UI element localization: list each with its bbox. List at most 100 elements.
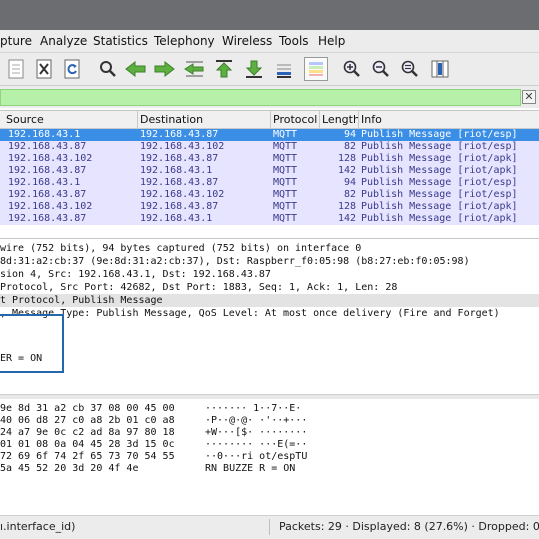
packet-row[interactable]: 192.168.43.102 192.168.43.87 MQTT 128 Pu… [0,153,539,165]
detail-frame[interactable]: wire (752 bits), 94 bytes captured (752 … [0,242,539,255]
column-header-protocol[interactable]: Protocol [273,113,317,126]
packet-destination: 192.168.43.87 [140,129,219,140]
zoom-normal-icon[interactable] [398,57,422,81]
bytes-ascii: RN BUZZE R = ON [205,463,296,474]
go-to-packet-icon[interactable] [182,57,206,81]
packet-info: Publish Message [riot/esp] [361,141,518,152]
packet-destination: 192.168.43.1 [140,165,213,176]
packet-info: Publish Message [riot/apk] [361,165,518,176]
bytes-hex: 40 06 d8 27 c0 a8 2b 01 c0 a8 [0,415,175,426]
column-header-destination[interactable]: Destination [140,113,203,126]
autoscroll-icon[interactable] [272,57,296,81]
status-field-info: ı.interface_id) [0,520,76,533]
menu-analyze[interactable]: Analyze [40,34,87,48]
packet-destination: 192.168.43.87 [140,177,219,188]
packet-length: 142 [337,213,356,224]
zoom-out-icon[interactable] [369,57,393,81]
packet-list-header: Source Destination Protocol Length Info [0,111,539,129]
status-divider [269,519,270,535]
column-divider[interactable] [137,111,138,128]
bytes-line[interactable]: 5a 45 52 20 3d 20 4f 4e RN BUZZE R = ON [0,463,539,475]
bytes-line[interactable]: 9e 8d 31 a2 cb 37 08 00 45 00 ······· 1·… [0,403,539,415]
packet-details-pane: wire (752 bits), 94 bytes captured (752 … [0,238,539,397]
packet-destination: 192.168.43.102 [140,189,225,200]
detail-mqtt-header[interactable]: , Message Type: Publish Message, QoS Lev… [0,307,539,320]
packet-info: Publish Message [riot/apk] [361,153,518,164]
column-divider[interactable] [358,111,359,128]
packet-protocol: MQTT [273,189,298,200]
column-divider[interactable] [319,111,320,128]
column-header-info[interactable]: Info [361,113,382,126]
bytes-line[interactable]: 01 01 08 0a 04 45 28 3d 15 0c ········ ·… [0,439,539,451]
packet-info: Publish Message [riot/apk] [361,201,518,212]
close-file-icon[interactable] [32,57,56,81]
display-filter-bar: ✕ [0,86,539,108]
menu-telephony[interactable]: Telephony [154,34,215,48]
status-bar: ı.interface_id) Packets: 29 · Displayed:… [0,515,539,539]
packet-protocol: MQTT [273,177,298,188]
resize-columns-icon[interactable] [428,57,452,81]
bytes-hex: 72 69 6f 74 2f 65 73 70 54 55 [0,451,175,462]
packet-source: 192.168.43.87 [8,189,87,200]
packet-row[interactable]: 192.168.43.87 192.168.43.102 MQTT 82 Pub… [0,141,539,153]
packet-count-status: Packets: 29 · Displayed: 8 (27.6%) · Dro… [279,520,539,533]
packet-source: 192.168.43.87 [8,213,87,224]
menu-help[interactable]: Help [318,34,345,48]
packet-source: 192.168.43.87 [8,165,87,176]
find-icon[interactable] [96,57,120,81]
packet-source: 192.168.43.102 [8,201,93,212]
packet-protocol: MQTT [273,201,298,212]
bytes-line[interactable]: 72 69 6f 74 2f 65 73 70 54 55 ··0···ri o… [0,451,539,463]
packet-bytes-pane: 9e 8d 31 a2 cb 37 08 00 45 00 ······· 1·… [0,399,539,514]
packet-length: 94 [343,177,356,188]
packet-row[interactable]: 192.168.43.1 192.168.43.87 MQTT 94 Publi… [0,129,539,141]
detail-message-value[interactable]: ER = ON [0,352,539,365]
packet-destination: 192.168.43.87 [140,153,219,164]
detail-ip[interactable]: sion 4, Src: 192.168.43.1, Dst: 192.168.… [0,268,539,281]
packet-row[interactable]: 192.168.43.87 192.168.43.1 MQTT 142 Publ… [0,213,539,225]
menu-capture[interactable]: pture [0,34,32,48]
last-packet-icon[interactable] [242,57,266,81]
go-forward-icon[interactable] [152,57,176,81]
packet-protocol: MQTT [273,141,298,152]
zoom-in-icon[interactable] [340,57,364,81]
bytes-line[interactable]: 24 a7 9e 0c c2 ad 8a 97 80 18 +W···[$· ·… [0,427,539,439]
bytes-hex: 01 01 08 0a 04 45 28 3d 15 0c [0,439,175,450]
reload-icon[interactable] [60,57,84,81]
column-divider[interactable] [270,111,271,128]
detail-ethernet[interactable]: 8d:31:a2:cb:37 (9e:8d:31:a2:cb:37), Dst:… [0,255,539,268]
colorize-icon[interactable] [304,57,328,81]
packet-source: 192.168.43.102 [8,153,93,164]
column-header-source[interactable]: Source [6,113,44,126]
window-titlebar [0,0,539,30]
packet-row[interactable]: 192.168.43.87 192.168.43.102 MQTT 82 Pub… [0,189,539,201]
menu-tools[interactable]: Tools [279,34,309,48]
packet-row[interactable]: 192.168.43.1 192.168.43.87 MQTT 94 Publi… [0,177,539,189]
menu-statistics[interactable]: Statistics [93,34,148,48]
packet-length: 128 [337,153,356,164]
document-icon[interactable] [4,57,28,81]
bytes-ascii: +W···[$· ········ [205,427,308,438]
packet-protocol: MQTT [273,165,298,176]
display-filter-input[interactable] [0,89,521,106]
go-back-icon[interactable] [124,57,148,81]
packet-destination: 192.168.43.102 [140,141,225,152]
packet-destination: 192.168.43.87 [140,201,219,212]
packet-source: 192.168.43.87 [8,141,87,152]
packet-protocol: MQTT [273,213,298,224]
first-packet-icon[interactable] [212,57,236,81]
packet-info: Publish Message [riot/esp] [361,129,518,140]
detail-tcp[interactable]: Protocol, Src Port: 42682, Dst Port: 188… [0,281,539,294]
bytes-line[interactable]: 40 06 d8 27 c0 a8 2b 01 c0 a8 ·P··@·@· ·… [0,415,539,427]
packet-protocol: MQTT [273,153,298,164]
packet-destination: 192.168.43.1 [140,213,213,224]
packet-row[interactable]: 192.168.43.102 192.168.43.87 MQTT 128 Pu… [0,201,539,213]
packet-length: 142 [337,165,356,176]
menu-wireless[interactable]: Wireless [222,34,272,48]
detail-mqtt[interactable]: t Protocol, Publish Message [0,294,539,307]
column-header-length[interactable]: Length [322,113,360,126]
packet-protocol: MQTT [273,129,298,140]
packet-row[interactable]: 192.168.43.87 192.168.43.1 MQTT 142 Publ… [0,165,539,177]
packet-length: 128 [337,201,356,212]
clear-filter-icon[interactable]: ✕ [522,90,536,104]
